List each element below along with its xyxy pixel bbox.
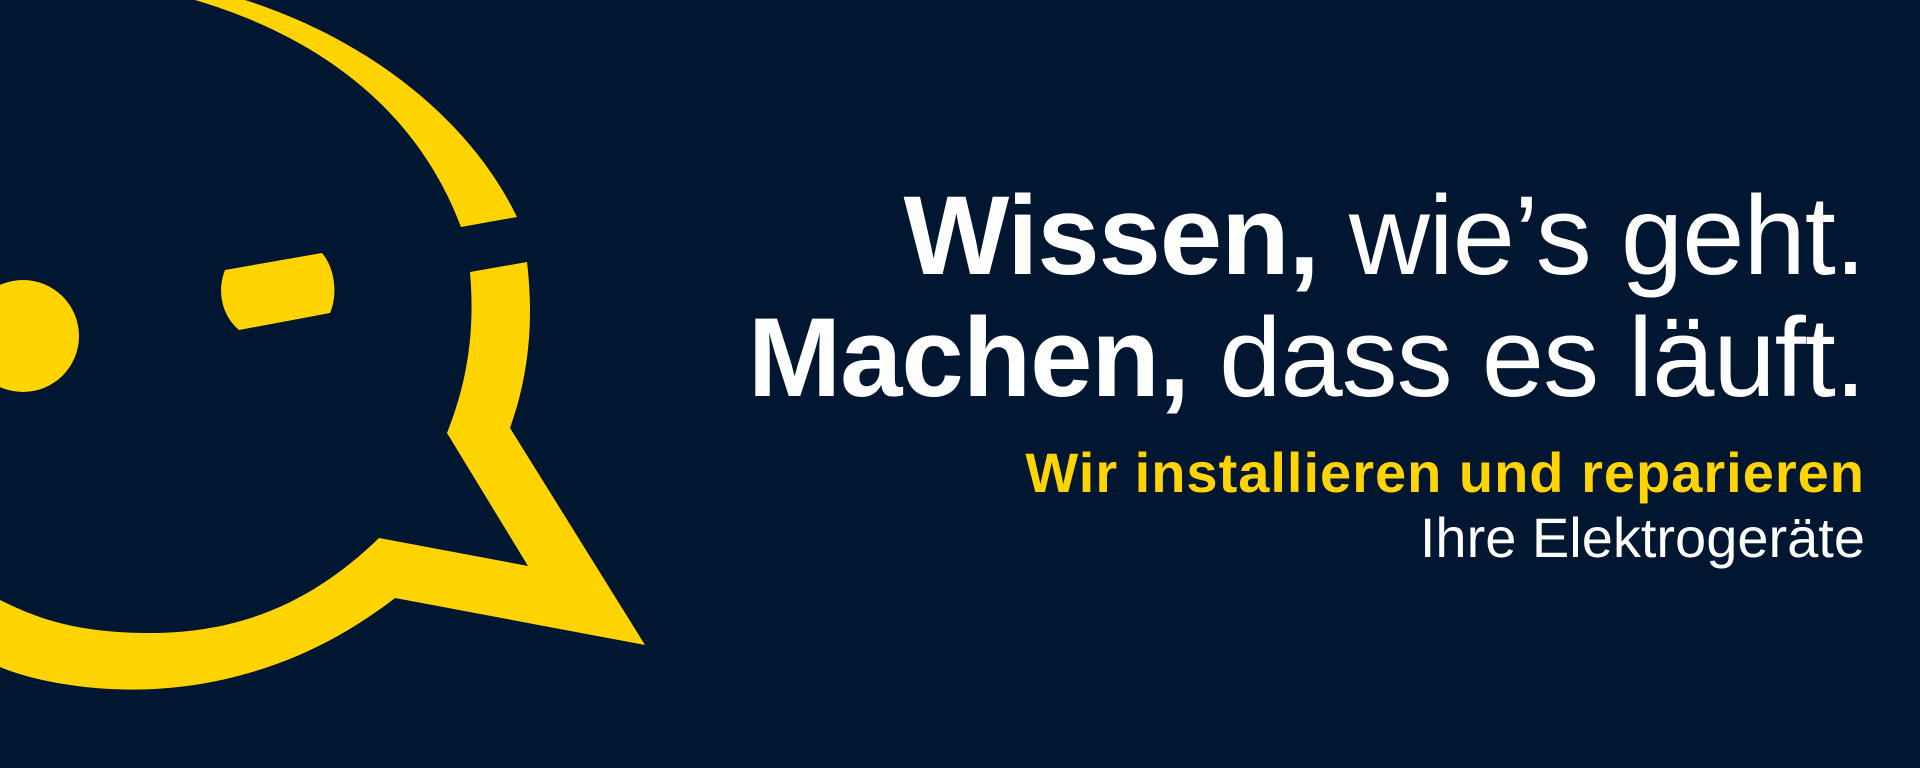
eye-dot [0,280,79,392]
speech-bubble-tail [0,262,645,690]
headline-1-bold: Wissen, [903,173,1319,298]
winking-speech-bubble-icon [0,0,645,690]
headline-line-2: Machen, dass es läuft. [747,295,1866,420]
headline-line-1: Wissen, wie’s geht. [748,173,1866,298]
subline-thin: Ihre Elektrogeräte [1419,506,1865,569]
tagline-block: Wissen, wie’s geht. Machen, dass es läuf… [747,173,1866,571]
eye-wink [221,253,335,330]
speech-bubble-outline [195,0,517,227]
headline-2-bold: Machen, [747,295,1190,420]
headline-2-thin: dass es läuft. [1219,295,1866,420]
headline-1-thin: wie’s geht. [1348,173,1866,298]
subline-strong: Wir installieren und reparieren [1025,441,1865,504]
